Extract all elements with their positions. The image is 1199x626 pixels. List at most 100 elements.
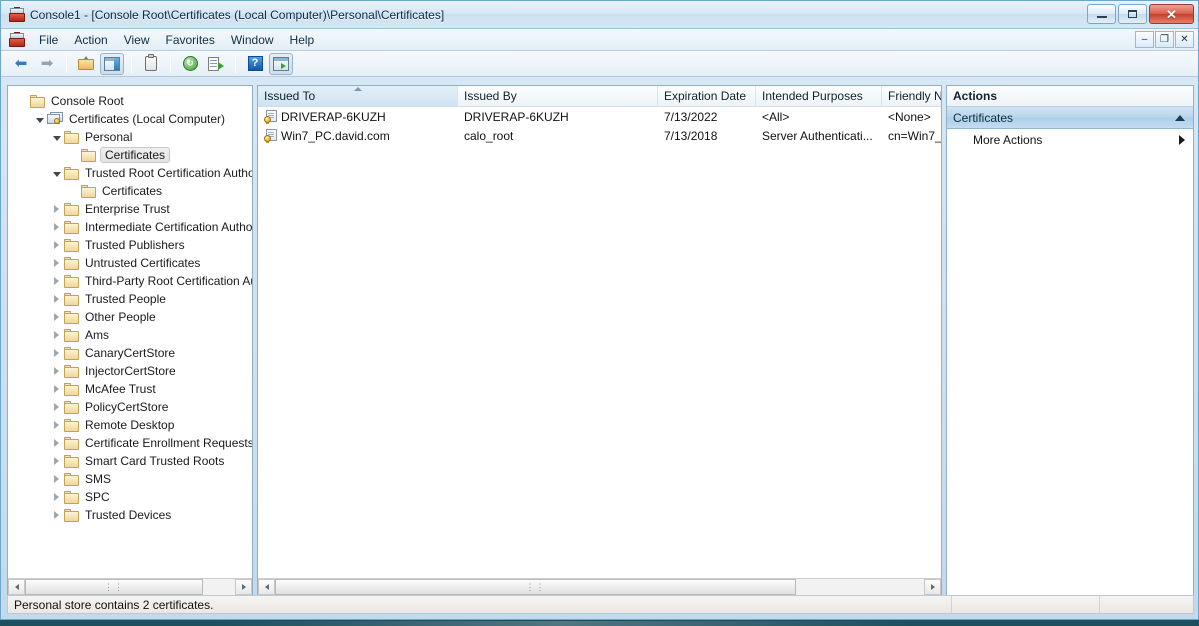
tree-node-mcafee-trust[interactable]: McAfee Trust [8, 380, 252, 398]
tree-node-trusted-people[interactable]: Trusted People [8, 290, 252, 308]
tree-node-policycertstore[interactable]: PolicyCertStore [8, 398, 252, 416]
chevron-right-icon[interactable] [48, 511, 64, 519]
chevron-right-icon[interactable] [48, 241, 64, 249]
chevron-right-icon[interactable] [48, 367, 64, 375]
title-bar: Console1 - [Console Root\Certificates (L… [1, 1, 1198, 29]
tree-node-intermediate-certification-authorities[interactable]: Intermediate Certification Authorities [8, 218, 252, 236]
tree-node-enterprise-trust[interactable]: Enterprise Trust [8, 200, 252, 218]
tree-node-certificate-enrollment-requests[interactable]: Certificate Enrollment Requests [8, 434, 252, 452]
column-header-intended-purposes[interactable]: Intended Purposes [756, 86, 882, 106]
tree-scroll-track[interactable]: ⋮⋮ [25, 579, 235, 595]
tree-node-spc[interactable]: SPC [8, 488, 252, 506]
column-header-issued-to[interactable]: Issued To [258, 86, 458, 106]
column-header-label: Intended Purposes [762, 89, 863, 103]
menu-item-help[interactable]: Help [282, 30, 323, 50]
folder-icon [64, 328, 80, 342]
show-hide-console-tree-button[interactable] [100, 52, 124, 75]
tree-node-trusted-root-certification-authorities[interactable]: Trusted Root Certification Authorities [8, 164, 252, 182]
chevron-right-icon[interactable] [48, 223, 64, 231]
tree-node-canarycertstore[interactable]: CanaryCertStore [8, 344, 252, 362]
tree-node-certificates[interactable]: Certificates [8, 182, 252, 200]
chevron-right-icon[interactable] [48, 385, 64, 393]
tree-node-injectorcertstore[interactable]: InjectorCertStore [8, 362, 252, 380]
chevron-down-icon[interactable] [48, 170, 64, 177]
tree-node-console-root[interactable]: Console Root [8, 92, 252, 110]
list-scroll-left-button[interactable] [258, 579, 275, 595]
chevron-right-icon[interactable] [48, 205, 64, 213]
tree-node-sms[interactable]: SMS [8, 470, 252, 488]
chevron-up-icon[interactable] [1175, 114, 1185, 121]
certificate-row[interactable]: Win7_PC.david.com calo_root 7/13/2018 Serve… [258, 126, 941, 145]
chevron-down-icon[interactable] [48, 134, 64, 141]
chevron-right-icon[interactable] [48, 349, 64, 357]
help-icon: ? [247, 56, 263, 71]
column-header-expiration-date[interactable]: Expiration Date [658, 86, 756, 106]
export-list-button[interactable] [204, 53, 228, 75]
tree-node-certificates[interactable]: Certificates [8, 146, 252, 164]
list-scroll-track[interactable]: ⋮⋮ [275, 579, 924, 595]
chevron-right-icon[interactable] [48, 313, 64, 321]
action-item-more-actions[interactable]: More Actions [947, 129, 1193, 151]
properties-button[interactable] [139, 53, 163, 75]
mdi-restore-button[interactable]: ❐ [1155, 31, 1174, 48]
tree-horizontal-scrollbar[interactable]: ⋮⋮ [8, 578, 252, 595]
tree-scroll-left-button[interactable] [8, 579, 25, 595]
certificate-row[interactable]: DRIVERAP-6KUZH DRIVERAP-6KUZH 7/13/2022 <Al… [258, 107, 941, 126]
tree-node-label: Other People [85, 310, 156, 324]
menu-item-file[interactable]: File [31, 30, 66, 50]
folder-icon [64, 400, 80, 414]
tree-node-label: PolicyCertStore [85, 400, 169, 414]
help-button[interactable]: ? [243, 53, 267, 75]
menu-item-window[interactable]: Window [223, 30, 282, 50]
tree-node-other-people[interactable]: Other People [8, 308, 252, 326]
mdi-minimize-button[interactable]: – [1135, 31, 1154, 48]
menu-item-action[interactable]: Action [66, 30, 115, 50]
tree-node-trusted-devices[interactable]: Trusted Devices [8, 506, 252, 524]
chevron-right-icon[interactable] [48, 493, 64, 501]
column-header-friendly-name[interactable]: Friendly Name [882, 86, 941, 106]
mdi-close-button[interactable]: ✕ [1175, 31, 1194, 48]
tree-scroll-right-button[interactable] [235, 579, 252, 595]
tree-node-label: Trusted Publishers [85, 238, 185, 252]
tree-node-remote-desktop[interactable]: Remote Desktop [8, 416, 252, 434]
minimize-button[interactable] [1087, 4, 1116, 24]
close-button[interactable]: ✕ [1149, 4, 1194, 24]
menu-item-favorites[interactable]: Favorites [158, 30, 223, 50]
chevron-right-icon[interactable] [48, 259, 64, 267]
mdi-system-menu-icon[interactable] [9, 31, 25, 48]
tree-node-personal[interactable]: Personal [8, 128, 252, 146]
chevron-right-icon[interactable] [48, 475, 64, 483]
maximize-restore-button[interactable] [1118, 4, 1147, 24]
tree-node-certificates-local-computer[interactable]: Certificates (Local Computer) [8, 110, 252, 128]
sort-ascending-icon [353, 87, 362, 91]
forward-button[interactable]: ➡ [35, 53, 59, 75]
list-scroll-right-button[interactable] [924, 579, 941, 595]
tree-scroll-thumb[interactable]: ⋮⋮ [25, 579, 203, 595]
action-pane-icon [273, 56, 289, 71]
chevron-right-icon[interactable] [48, 439, 64, 447]
tree-node-trusted-publishers[interactable]: Trusted Publishers [8, 236, 252, 254]
back-button[interactable]: ⬅ [9, 53, 33, 75]
column-header-issued-by[interactable]: Issued By [458, 86, 658, 106]
chevron-right-icon[interactable] [48, 277, 64, 285]
chevron-right-icon[interactable] [48, 457, 64, 465]
chevron-right-icon[interactable] [48, 295, 64, 303]
tree-node-untrusted-certificates[interactable]: Untrusted Certificates [8, 254, 252, 272]
tree-node-third-party-root-certification-authorities[interactable]: Third-Party Root Certification Authoriti… [8, 272, 252, 290]
refresh-button[interactable]: ↻ [178, 53, 202, 75]
chevron-right-icon[interactable] [48, 421, 64, 429]
chevron-right-icon[interactable] [48, 331, 64, 339]
list-column-headers: Issued To Issued By Expiration Date Intende… [258, 86, 941, 107]
action-group-header-certificates[interactable]: Certificates [947, 107, 1193, 129]
folder-icon [64, 346, 80, 360]
up-one-level-button[interactable] [74, 53, 98, 75]
list-horizontal-scrollbar[interactable]: ⋮⋮ [258, 578, 941, 595]
chevron-down-icon[interactable] [31, 116, 47, 123]
menu-item-view[interactable]: View [116, 30, 158, 50]
actions-pane-title: Actions [947, 86, 1193, 107]
tree-node-smart-card-trusted-roots[interactable]: Smart Card Trusted Roots [8, 452, 252, 470]
list-scroll-thumb[interactable]: ⋮⋮ [275, 579, 796, 595]
show-action-pane-button[interactable] [269, 52, 293, 75]
chevron-right-icon[interactable] [48, 403, 64, 411]
tree-node-ams[interactable]: Ams [8, 326, 252, 344]
